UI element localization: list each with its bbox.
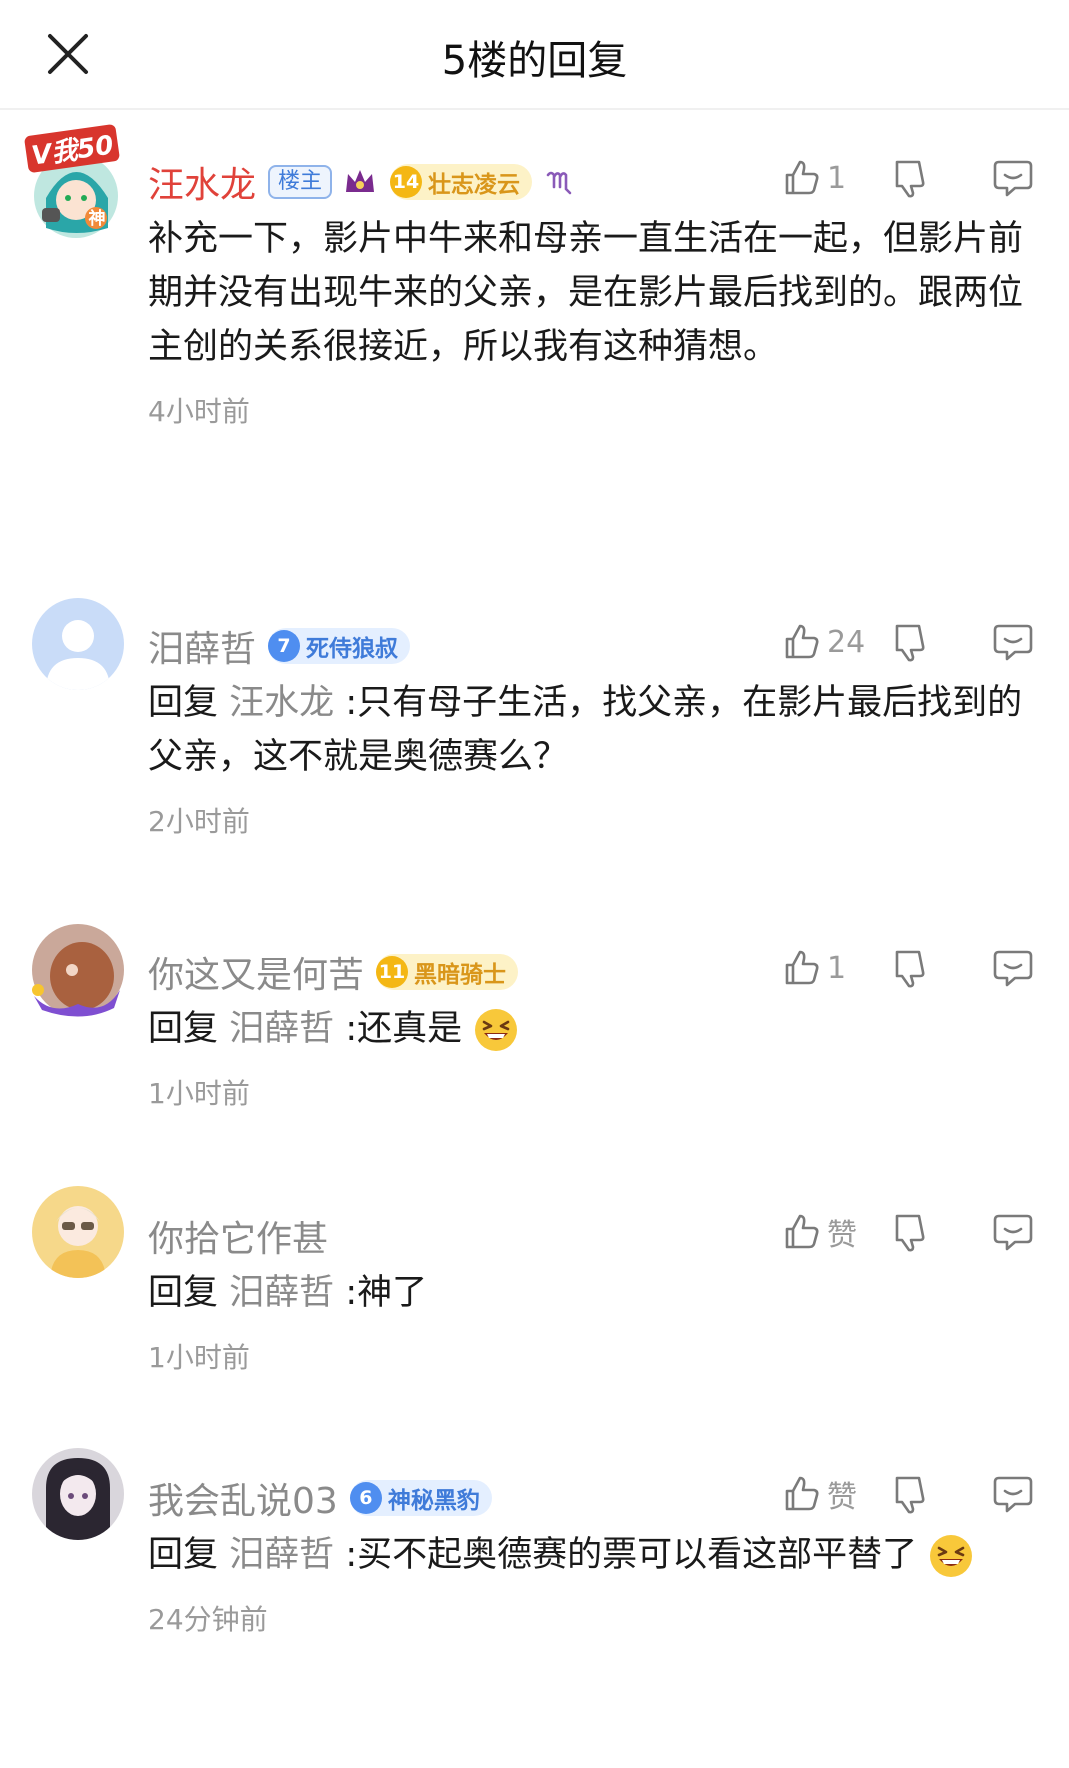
thumbs-up-icon [785, 1214, 819, 1249]
avatar[interactable]: V我50 神 [23, 123, 128, 242]
level-badge: 14 壮志凌云 [390, 164, 533, 200]
reply-text: :还真是 [345, 1009, 463, 1049]
timestamp: 24分钟前 [148, 1603, 268, 1636]
reply-target-username[interactable]: 汪水龙 [229, 683, 334, 723]
level-title: 壮志凌云 [428, 172, 521, 198]
level-badge: 7 死侍狼叔 [268, 628, 411, 664]
timestamp: 1小时前 [148, 1341, 250, 1374]
level-title: 死侍狼叔 [306, 636, 399, 662]
like-button[interactable]: 赞 [781, 1210, 877, 1254]
username[interactable]: 汨薛哲 [148, 620, 256, 672]
like-button[interactable]: 1 [781, 157, 877, 199]
like-button[interactable]: 1 [781, 947, 877, 989]
like-button[interactable]: 24 [781, 621, 877, 663]
username[interactable]: 汪水龙 [148, 156, 256, 208]
grinning-squint-emoji [475, 1009, 518, 1051]
avatar-image [32, 924, 124, 1017]
level-badge: 6 神秘黑豹 [349, 1480, 492, 1516]
avatar[interactable] [32, 598, 124, 690]
crown-icon [346, 170, 375, 192]
level-title: 黑暗骑士 [414, 962, 507, 988]
like-count: 1 [827, 160, 847, 196]
reply-content: 补充一下，影片中牛来和母亲一直生活在一起，但影片前期并没有出现牛来的父亲，是在影… [148, 219, 1024, 367]
level-number: 7 [268, 630, 301, 662]
action-bar: 1 [781, 942, 1035, 994]
owner-badge: 楼主 [268, 165, 333, 199]
timestamp: 2小时前 [148, 805, 250, 838]
level-title: 神秘黑豹 [387, 1488, 480, 1514]
reply-content: 回复 汨薛哲 :神了 [148, 1266, 1035, 1320]
thumbs-down-icon[interactable] [889, 1210, 933, 1254]
reply-label: 回复 [148, 1009, 219, 1049]
grinning-squint-emoji [930, 1535, 973, 1577]
page-title: 5楼的回复 [441, 38, 628, 84]
like-count: 24 [827, 624, 866, 660]
action-bar: 赞 [781, 1468, 1035, 1520]
comment-bubble-icon[interactable] [991, 156, 1035, 200]
god-tag: 神 [88, 209, 106, 229]
level-badge: 11 黑暗骑士 [376, 954, 519, 990]
like-label: 赞 [827, 1480, 857, 1515]
like-count: 1 [827, 950, 847, 986]
reply-label: 回复 [148, 1535, 219, 1575]
thumbs-up-icon [785, 1476, 819, 1511]
avatar[interactable] [32, 1448, 124, 1540]
top-bar: 5楼的回复 [0, 0, 1069, 110]
comment-bubble-icon[interactable] [991, 1472, 1035, 1516]
avatar-image [32, 1448, 124, 1540]
like-label: 赞 [827, 1218, 857, 1253]
comment-bubble-icon[interactable] [991, 1210, 1035, 1254]
thumbs-down-icon[interactable] [889, 946, 933, 990]
scorpio-icon [546, 171, 572, 195]
action-bar: 赞 [781, 1206, 1035, 1258]
thumbs-down-icon[interactable] [889, 620, 933, 664]
avatar[interactable] [32, 924, 124, 1017]
thumbs-up-icon [785, 160, 819, 195]
timestamp: 4小时前 [148, 395, 250, 428]
avatar[interactable] [32, 1186, 124, 1278]
reply-label: 回复 [148, 683, 219, 723]
thumbs-up-icon [785, 624, 819, 659]
action-bar: 24 [781, 616, 1035, 668]
like-button[interactable]: 赞 [781, 1472, 877, 1516]
thumbs-down-icon[interactable] [889, 1472, 933, 1516]
reply-content: 回复 汨薛哲 :还真是 [148, 1002, 1035, 1056]
username[interactable]: 你拾它作甚 [148, 1210, 328, 1262]
comment-bubble-icon[interactable] [991, 620, 1035, 664]
thumbs-down-icon[interactable] [889, 156, 933, 200]
action-bar: 1 [781, 152, 1035, 204]
reply-target-username[interactable]: 汨薛哲 [229, 1009, 334, 1049]
reply-content: 回复 汨薛哲 :买不起奥德赛的票可以看这部平替了 [148, 1528, 1035, 1582]
comment-bubble-icon[interactable] [991, 946, 1035, 990]
reply-label: 回复 [148, 1273, 219, 1313]
level-number: 6 [349, 1482, 382, 1514]
reply-content: 回复 汪水龙 :只有母子生活，找父亲，在影片最后找到的父亲，这不就是奥德赛么？ [148, 676, 1035, 784]
reply-target-username[interactable]: 汨薛哲 [229, 1535, 334, 1575]
avatar-image [32, 1186, 124, 1278]
reply-text: :神了 [345, 1273, 428, 1313]
thumbs-up-icon [785, 950, 819, 985]
username[interactable]: 你这又是何苦 [148, 946, 364, 998]
avatar-image [32, 598, 124, 690]
level-number: 11 [376, 956, 409, 988]
username[interactable]: 我会乱说03 [148, 1472, 338, 1524]
timestamp: 1小时前 [148, 1077, 250, 1110]
reply-text: :买不起奥德赛的票可以看这部平替了 [345, 1535, 918, 1575]
reply-target-username[interactable]: 汨薛哲 [229, 1273, 334, 1313]
level-number: 14 [390, 166, 423, 198]
